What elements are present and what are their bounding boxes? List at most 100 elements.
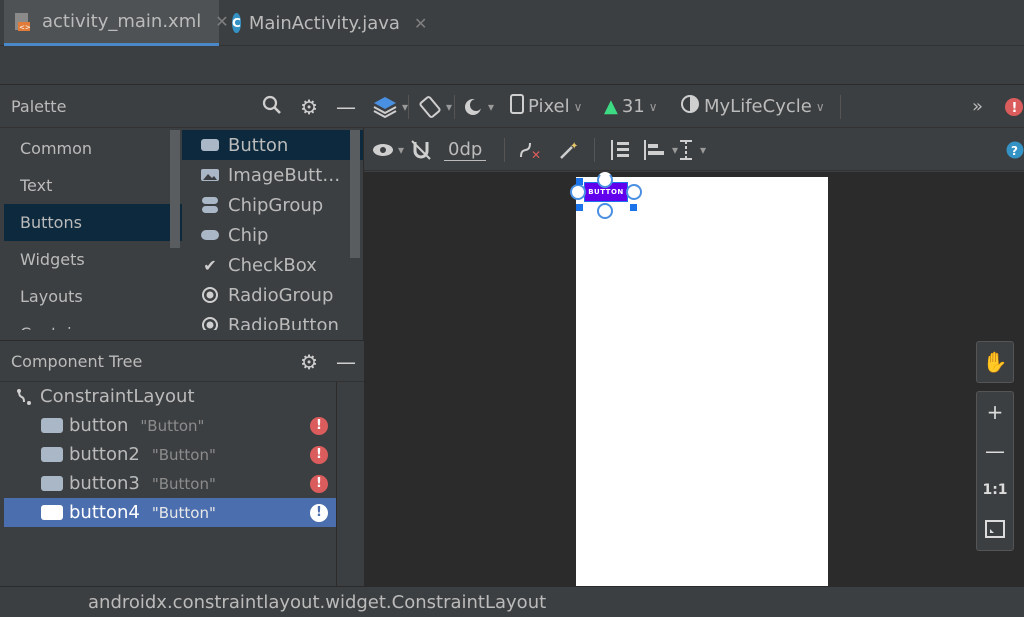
tab-label: activity_main.xml [42, 11, 202, 32]
tree-scrollbar-track [336, 382, 364, 586]
night-mode-icon[interactable]: ▾ [462, 96, 494, 118]
pack-icon[interactable] [606, 138, 632, 162]
device-selector[interactable]: Pixel ∨ [510, 94, 582, 119]
error-icon[interactable]: ! [310, 474, 328, 493]
left-constraint-anchor[interactable] [570, 184, 586, 200]
top-constraint-anchor[interactable] [597, 172, 613, 188]
category-common[interactable]: Common [4, 130, 182, 167]
button-icon [41, 505, 63, 520]
zoom-in-icon[interactable]: + [987, 392, 1004, 431]
resize-handle[interactable] [576, 178, 583, 185]
android-icon: ▲ [604, 96, 618, 117]
guidelines-icon[interactable]: ▾ [676, 138, 706, 162]
palette-categories: Common Text Buttons Widgets Layouts Cont… [4, 130, 182, 330]
java-class-icon: C [232, 13, 241, 33]
categories-scrollbar[interactable] [170, 130, 180, 248]
component-tree: ConstraintLayout button "Button" ! butto… [4, 382, 336, 527]
xml-layout-icon: <> [12, 11, 34, 33]
palette-item-label: CheckBox [228, 254, 317, 276]
layers-icon[interactable]: ▾ [372, 95, 408, 119]
zoom-to-fit-icon[interactable] [985, 509, 1005, 548]
palette-item-button[interactable]: Button [182, 130, 363, 160]
palette-items: Button ImageButt… ChipGroup Chip ✔ Check… [182, 130, 363, 330]
help-icon[interactable]: ? [1006, 141, 1024, 159]
tree-node-button3[interactable]: button3 "Button" ! [4, 469, 336, 498]
category-containers[interactable]: Containers [4, 315, 182, 330]
tree-node-button4[interactable]: button4 "Button" ! [4, 498, 336, 527]
svg-text:✦: ✦ [570, 141, 578, 152]
clear-constraints-icon[interactable]: ✕ [518, 139, 542, 161]
palette-item-radiogroup[interactable]: RadioGroup [182, 280, 363, 310]
tree-node-label: button4 [69, 502, 140, 523]
tree-node-hint: "Button" [151, 503, 216, 522]
category-widgets[interactable]: Widgets [4, 241, 182, 278]
zoom-actual-size-button[interactable]: 1:1 [982, 470, 1007, 509]
svg-text:?: ? [1011, 144, 1018, 158]
resize-handle[interactable] [576, 204, 583, 211]
tree-node-constraintlayout[interactable]: ConstraintLayout [4, 382, 336, 411]
theme-label: MyLifeCycle [704, 96, 812, 117]
editor-subheader [0, 47, 1024, 85]
status-text: androidx.constraintlayout.widget.Constra… [88, 591, 547, 613]
tree-node-label: ConstraintLayout [40, 386, 195, 407]
search-icon[interactable] [262, 95, 282, 120]
button-icon [200, 138, 220, 152]
palette-item-label: Chip [228, 224, 269, 246]
palette-items-scrollbar[interactable] [350, 130, 360, 258]
device-preview[interactable] [576, 177, 828, 586]
tree-node-label: button2 [69, 444, 140, 465]
palette-item-imagebutton[interactable]: ImageButt… [182, 160, 363, 190]
palette-item-label: Button [228, 134, 289, 156]
right-constraint-anchor[interactable] [626, 184, 642, 200]
palette-item-radiobutton[interactable]: RadioButton [182, 310, 363, 330]
theme-selector[interactable]: MyLifeCycle ∨ [680, 94, 825, 119]
resize-handle[interactable] [630, 204, 637, 211]
default-margin-field[interactable]: 0dp [444, 138, 487, 161]
infer-constraints-icon[interactable]: ✦ [558, 139, 580, 161]
palette-item-chip[interactable]: Chip [182, 220, 363, 250]
button-icon [41, 476, 63, 491]
tree-node-label: button3 [69, 473, 140, 494]
tree-node-hint: "Button" [140, 416, 205, 435]
api-label: 31 [621, 96, 645, 117]
palette-item-chipgroup[interactable]: ChipGroup [182, 190, 363, 220]
pan-tool[interactable]: ✋ [976, 341, 1014, 383]
tree-node-button2[interactable]: button2 "Button" ! [4, 440, 336, 469]
image-button-icon [200, 168, 220, 182]
constraint-layout-icon [16, 388, 34, 406]
constraint-toolbar: ▾ 0dp ✕ ✦ ▾ ▾ ? [364, 129, 1024, 171]
eye-icon[interactable]: ▾ [372, 142, 404, 158]
bottom-constraint-anchor[interactable] [597, 203, 613, 219]
autoconnect-magnet-icon[interactable] [410, 139, 432, 161]
zoom-out-icon[interactable]: — [985, 431, 1005, 470]
category-text[interactable]: Text [4, 167, 182, 204]
hand-icon[interactable]: ✋ [983, 342, 1008, 381]
tree-node-button[interactable]: button "Button" ! [4, 411, 336, 440]
tab-activity-main-xml[interactable]: <> activity_main.xml ✕ [4, 0, 229, 46]
gear-icon[interactable]: ⚙ [300, 95, 318, 119]
minimize-icon[interactable]: — [336, 95, 356, 119]
tab-mainactivity-java[interactable]: C MainActivity.java ✕ [224, 0, 434, 46]
error-indicator-icon[interactable]: ! [1004, 97, 1024, 117]
theme-icon [680, 94, 700, 119]
warning-icon[interactable]: ! [310, 503, 328, 522]
error-icon[interactable]: ! [310, 445, 328, 464]
palette-item-checkbox[interactable]: ✔ CheckBox [182, 250, 363, 280]
design-toolbar: ▾ ▾ ▾ Pixel ∨ ▲ 31 ∨ MyLifeCycle ∨ » ! [364, 86, 1024, 128]
category-buttons[interactable]: Buttons [4, 204, 182, 241]
error-icon[interactable]: ! [310, 416, 328, 435]
margin-value: 0dp [448, 138, 483, 160]
minimize-icon[interactable]: — [336, 350, 356, 374]
component-tree-header: Component Tree ⚙ — [0, 340, 364, 382]
align-icon[interactable]: ▾ [642, 138, 678, 162]
overflow-chevron-icon[interactable]: » [972, 96, 983, 117]
orientation-icon[interactable]: ▾ [418, 95, 452, 119]
category-layouts[interactable]: Layouts [4, 278, 182, 315]
editor-tab-bar: <> activity_main.xml ✕ C MainActivity.ja… [0, 0, 1024, 46]
gear-icon[interactable]: ⚙ [300, 350, 318, 374]
radiobutton-icon [200, 316, 220, 330]
svg-text:✕: ✕ [531, 148, 541, 161]
palette-item-label: ImageButt… [228, 164, 341, 186]
api-selector[interactable]: ▲ 31 ∨ [604, 96, 658, 117]
close-icon[interactable]: ✕ [414, 14, 427, 33]
